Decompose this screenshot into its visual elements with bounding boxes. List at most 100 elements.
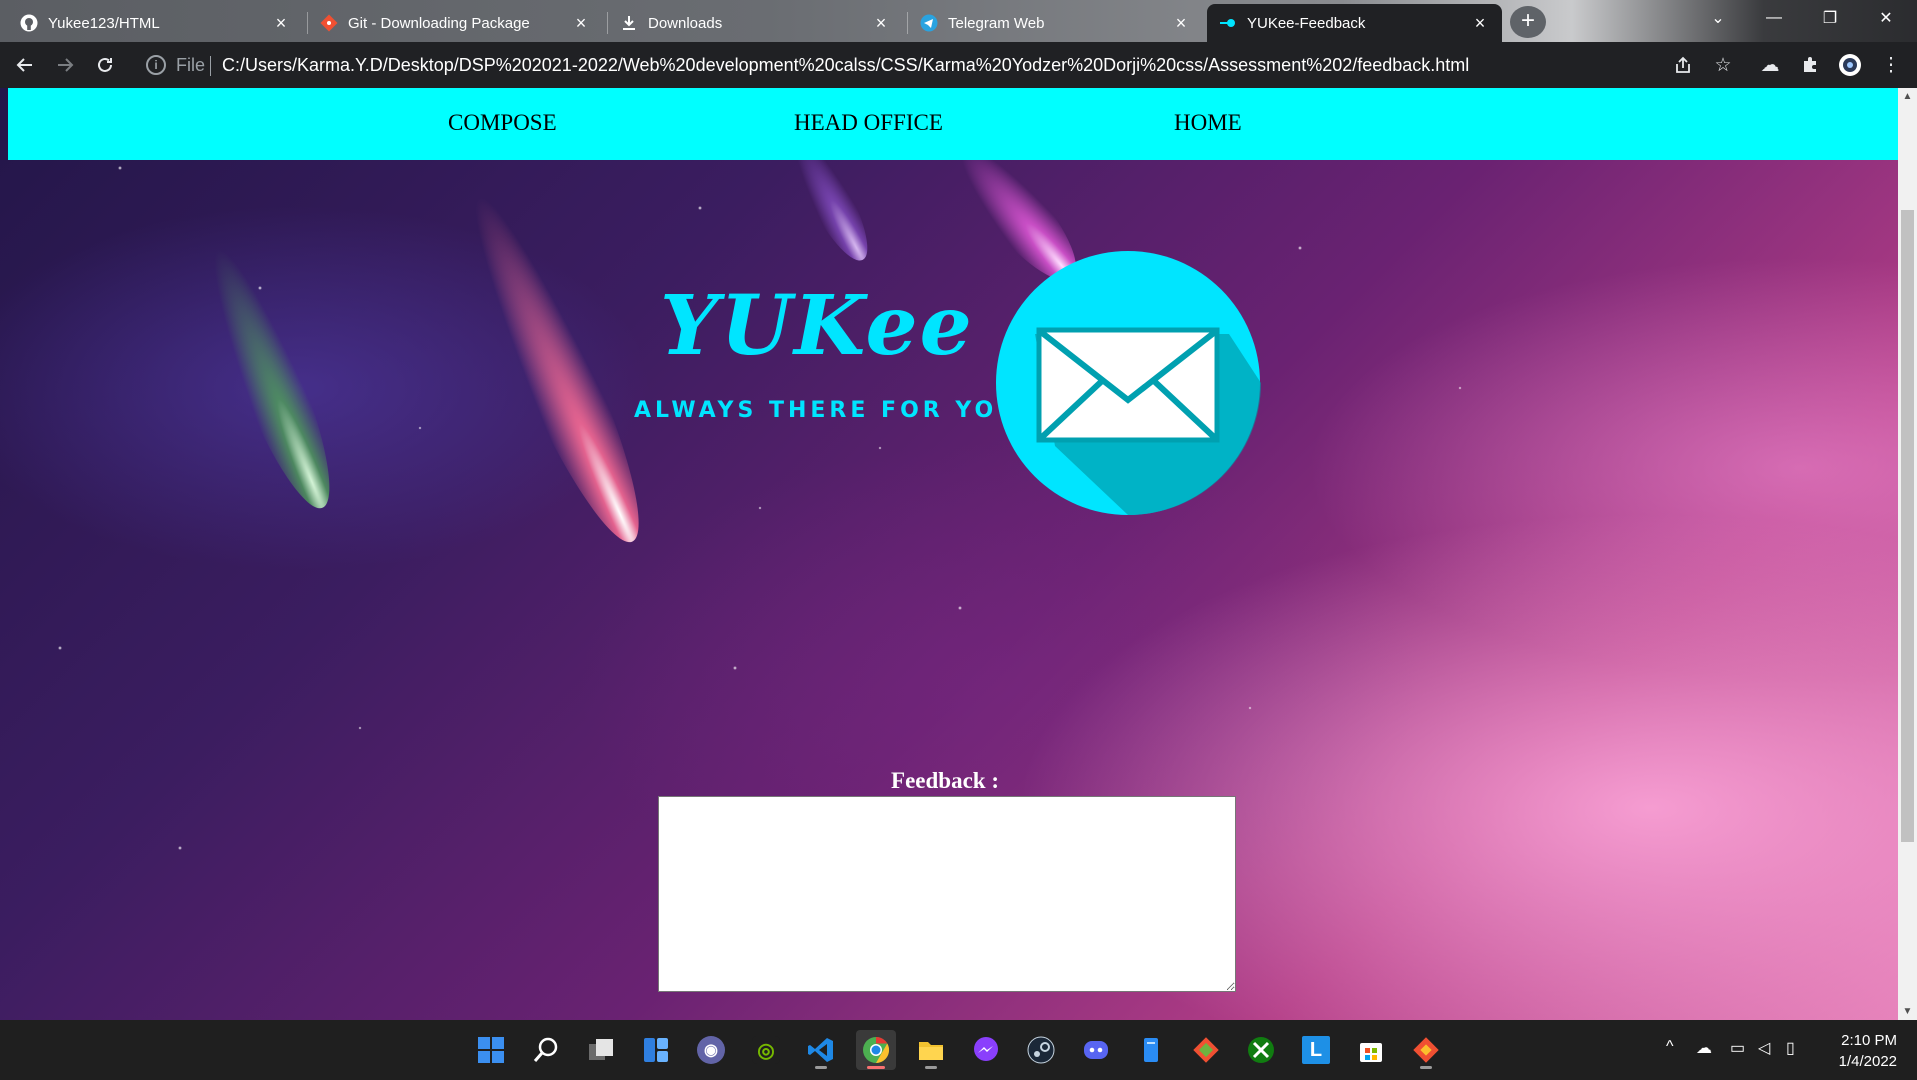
close-icon[interactable]: × [271, 13, 291, 33]
git-icon [320, 14, 338, 32]
tab-yukee-feedback[interactable]: YUKee-Feedback × [1207, 4, 1502, 42]
tab-title: Yukee123/HTML [48, 14, 160, 32]
info-icon[interactable]: i [146, 55, 166, 75]
lync-icon: L [1302, 1036, 1330, 1064]
extensions-puzzle-icon[interactable] [1795, 50, 1825, 80]
close-icon[interactable]: × [571, 13, 591, 33]
file-explorer-icon [919, 1042, 943, 1060]
arrow-right-icon [58, 58, 74, 72]
site-navbar: COMPOSE HEAD OFFICE HOME [8, 88, 1898, 160]
tab-title: YUKee-Feedback [1247, 14, 1366, 32]
start-icon [478, 1037, 504, 1063]
tab-search-button[interactable]: ⌄ [1690, 0, 1746, 36]
star-icon[interactable]: ☆ [1708, 50, 1738, 80]
close-icon[interactable]: × [1171, 13, 1191, 33]
steam-button[interactable] [1021, 1030, 1061, 1070]
discord-button[interactable] [1076, 1030, 1116, 1070]
messenger-button[interactable] [966, 1030, 1006, 1070]
download-icon [620, 14, 638, 32]
close-icon[interactable]: × [871, 13, 891, 33]
scroll-up-icon[interactable]: ▲ [1898, 88, 1917, 105]
nvidia-button[interactable]: ◎ [746, 1030, 786, 1070]
yukee-logo: YUKee ALWAYS THERE FOR YOU [630, 248, 1270, 518]
address-bar[interactable]: i File C:/Users/Karma.Y.D/Desktop/DSP%20… [134, 46, 1674, 84]
tab-title: Telegram Web [948, 14, 1045, 32]
nav-link-compose[interactable]: COMPOSE [448, 110, 557, 136]
tab-git-download[interactable]: Git - Downloading Package × [308, 4, 603, 42]
page-viewport: COMPOSE HEAD OFFICE HOME YUKee ALWAYS TH… [0, 88, 1898, 1020]
scroll-down-icon[interactable]: ▼ [1898, 1003, 1917, 1020]
nav-link-home[interactable]: HOME [1174, 110, 1242, 136]
menu-kebab-icon[interactable]: ⋮ [1876, 50, 1906, 80]
widgets-button[interactable] [636, 1030, 676, 1070]
chrome-button[interactable] [856, 1030, 896, 1070]
share-icon[interactable] [1668, 50, 1698, 80]
network-icon[interactable]: ▭ [1730, 1038, 1745, 1058]
clock-date: 1/4/2022 [1838, 1053, 1897, 1070]
git-bash-icon [1413, 1037, 1439, 1063]
widgets-icon [644, 1038, 668, 1062]
reload-icon [98, 57, 112, 72]
xbox-button[interactable] [1241, 1030, 1281, 1070]
tab-github[interactable]: Yukee123/HTML × [8, 4, 303, 42]
chevron-up-icon[interactable]: ^ [1666, 1038, 1674, 1056]
nvidia-icon: ◎ [752, 1036, 780, 1064]
scrollbar-thumb[interactable] [1901, 210, 1914, 842]
tab-telegram[interactable]: Telegram Web × [908, 4, 1203, 42]
store-icon [1360, 1043, 1382, 1062]
tab-downloads[interactable]: Downloads × [608, 4, 903, 42]
forward-button[interactable] [50, 50, 80, 80]
running-indicator [815, 1066, 827, 1069]
profile-avatar-icon[interactable] [1835, 50, 1865, 80]
reload-button[interactable] [90, 50, 120, 80]
windows-taskbar: ◉ ◎ L ^ ☁ ▭ ◁ ▯ 2:10 PM 1/4/2022 [0, 1020, 1917, 1080]
cloud-extension-icon[interactable]: ☁ [1755, 50, 1785, 80]
nav-link-head-office[interactable]: HEAD OFFICE [794, 110, 943, 136]
search-icon [533, 1037, 558, 1062]
tab-title: Git - Downloading Package [348, 14, 530, 32]
messenger-icon [974, 1037, 998, 1061]
vscode-icon [808, 1038, 833, 1062]
running-indicator [925, 1066, 937, 1069]
chrome-icon [863, 1036, 890, 1064]
feedback-label: Feedback : [891, 768, 999, 793]
feedback-textarea[interactable] [658, 796, 1236, 992]
discord-icon [1084, 1041, 1108, 1059]
task-view-button[interactable] [581, 1030, 621, 1070]
close-window-button[interactable]: ✕ [1858, 0, 1914, 36]
logo-wordmark: YUKee [660, 278, 974, 374]
taskbar-search-button[interactable] [526, 1030, 566, 1070]
running-indicator [1420, 1066, 1432, 1069]
notepad-button[interactable] [1131, 1030, 1171, 1070]
logo-tagline: ALWAYS THERE FOR YOU [634, 398, 1020, 423]
file-explorer-button[interactable] [911, 1030, 951, 1070]
telegram-icon [920, 14, 938, 32]
git-bash-button[interactable] [1406, 1030, 1446, 1070]
vscode-button[interactable] [801, 1030, 841, 1070]
close-icon[interactable]: × [1470, 13, 1490, 33]
page-favicon-icon [1219, 14, 1237, 32]
restore-button[interactable]: ❐ [1802, 0, 1858, 36]
volume-icon[interactable]: ◁ [1758, 1038, 1770, 1058]
lync-button[interactable]: L [1296, 1030, 1336, 1070]
onedrive-cloud-icon[interactable]: ☁ [1696, 1038, 1712, 1058]
envelope-icon [996, 251, 1261, 516]
running-indicator [867, 1066, 885, 1069]
new-tab-button[interactable]: + [1510, 6, 1546, 38]
minimize-button[interactable]: — [1746, 0, 1802, 36]
git-gui-icon [1193, 1037, 1219, 1063]
scheme-label: File [176, 55, 206, 75]
arrow-left-icon [16, 58, 32, 72]
url-text[interactable]: C:/Users/Karma.Y.D/Desktop/DSP%202021-20… [222, 55, 1469, 76]
page-scrollbar[interactable]: ▲ ▼ [1898, 88, 1917, 1020]
start-button[interactable] [471, 1030, 511, 1070]
back-button[interactable] [10, 50, 40, 80]
browser-tab-strip: Yukee123/HTML × Git - Downloading Packag… [0, 0, 1917, 42]
git-gui-button[interactable] [1186, 1030, 1226, 1070]
teams-chat-icon: ◉ [697, 1036, 725, 1064]
teams-chat-button[interactable]: ◉ [691, 1030, 731, 1070]
battery-icon[interactable]: ▯ [1786, 1038, 1795, 1058]
store-button[interactable] [1351, 1030, 1391, 1070]
system-clock[interactable]: 2:10 PM 1/4/2022 [1839, 1030, 1897, 1072]
steam-icon [1027, 1036, 1055, 1064]
